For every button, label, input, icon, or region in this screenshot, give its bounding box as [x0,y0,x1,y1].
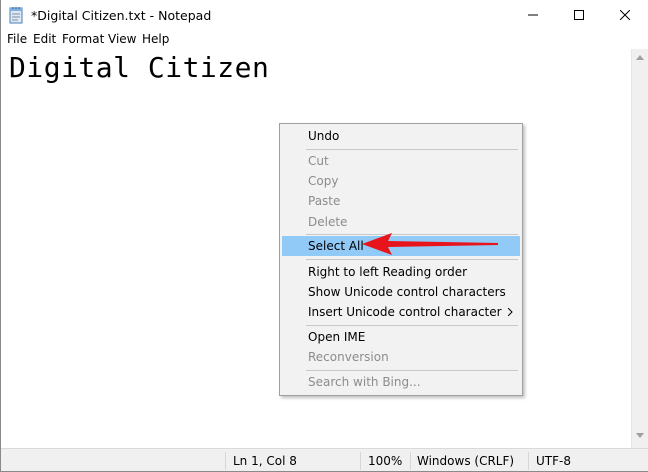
status-zoom: 100% [368,454,403,468]
menu-item-reconversion: Reconversion [282,347,520,367]
title-bar: *Digital Citizen.txt - Notepad [1,0,648,30]
minimize-icon [528,14,538,16]
menu-help[interactable]: Help [142,32,169,46]
menu-item-label: Select All [308,239,364,253]
status-separator [528,452,529,470]
status-separator [360,452,361,470]
menu-item-label: Search with Bing... [308,375,421,389]
menu-separator [306,149,518,150]
red-arrow-icon [362,233,498,255]
status-line-ending: Windows (CRLF) [417,454,515,468]
window-title: *Digital Citizen.txt - Notepad [31,8,212,23]
menu-item-label: Copy [308,174,339,188]
menu-item-label: Delete [308,215,348,229]
menu-item-right-to-left[interactable]: Right to left Reading order [282,262,520,282]
status-encoding: UTF-8 [536,454,571,468]
vertical-scrollbar[interactable] [631,49,648,448]
menu-item-delete: Delete [282,212,520,232]
status-position: Ln 1, Col 8 [233,454,297,468]
menu-item-label: Paste [308,194,341,208]
menu-file[interactable]: File [7,32,27,46]
context-menu: Undo Cut Copy Paste Delete Select All Ri… [279,123,523,396]
menu-item-label: Undo [308,129,340,143]
status-separator [410,452,411,470]
menu-separator [306,370,518,371]
menu-format[interactable]: Format [62,32,104,46]
maximize-icon [574,10,584,20]
menu-item-label: Cut [308,154,329,168]
status-bar: Ln 1, Col 8 100% Windows (CRLF) UTF-8 [1,448,648,471]
menu-item-label: Reconversion [308,350,389,364]
menu-item-search-bing: Search with Bing... [282,372,520,392]
menu-item-insert-unicode[interactable]: Insert Unicode control character [282,302,520,322]
menu-item-copy: Copy [282,171,520,191]
minimize-button[interactable] [510,0,556,30]
menu-edit[interactable]: Edit [33,32,56,46]
maximize-button[interactable] [556,0,602,30]
menu-item-cut: Cut [282,151,520,171]
scroll-up-icon [636,55,644,60]
menu-bar: File Edit Format View Help [1,30,648,49]
menu-item-open-ime[interactable]: Open IME [282,327,520,347]
menu-item-undo[interactable]: Undo [282,126,520,146]
menu-separator [306,259,518,260]
close-icon [620,10,630,20]
menu-item-label: Right to left Reading order [308,265,468,279]
menu-item-paste: Paste [282,191,520,211]
close-button[interactable] [602,0,648,30]
menu-view[interactable]: View [108,32,136,46]
scroll-down-icon [636,433,644,438]
submenu-chevron-right-icon [508,308,513,316]
menu-item-label: Open IME [308,330,366,344]
menu-item-show-unicode[interactable]: Show Unicode control characters [282,282,520,302]
menu-item-label: Show Unicode control characters [308,285,506,299]
notepad-icon [8,6,24,24]
menu-separator [306,325,518,326]
editor-content: Digital Citizen [9,51,270,84]
menu-item-label: Insert Unicode control character [308,305,502,319]
status-separator [225,452,226,470]
